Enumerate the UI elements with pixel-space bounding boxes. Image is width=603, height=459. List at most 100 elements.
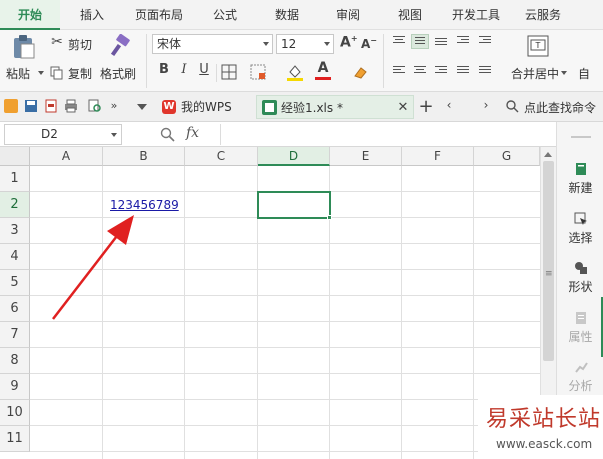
cut-label: 剪切: [68, 38, 93, 52]
paste-button[interactable]: 粘贴: [4, 32, 44, 88]
paintbrush-icon: [110, 34, 130, 57]
decrease-font-icon[interactable]: A−: [361, 36, 377, 51]
tab-view[interactable]: 视图: [383, 0, 437, 30]
fill-color-icon[interactable]: [286, 63, 304, 81]
save-icon[interactable]: [24, 99, 38, 113]
print-icon[interactable]: [64, 99, 78, 113]
doc-tab-label: 经验1.xls *: [281, 101, 343, 115]
wps-spreadsheet-window: 开始 插入 页面布局 公式 数据 审阅 视图 开发工具 云服务 粘贴 ✂ 剪切: [0, 0, 603, 459]
home-ribbon: 粘贴 ✂ 剪切 复制 格式刷 宋体 12 A+ A− B I U A T 合并居…: [0, 30, 603, 92]
font-color-swatch: [315, 77, 331, 80]
print-preview-icon[interactable]: [88, 99, 102, 113]
open-folder-icon[interactable]: [4, 99, 18, 113]
formula-input[interactable]: [220, 124, 554, 145]
tab-formulas[interactable]: 公式: [198, 0, 252, 30]
italic-button[interactable]: I: [176, 62, 192, 77]
align-top-icon[interactable]: [393, 36, 405, 45]
select-button[interactable]: 选择: [557, 212, 603, 246]
tab-data[interactable]: 数据: [260, 0, 314, 30]
more-commands-icon[interactable]: »: [108, 99, 120, 112]
search-icon: [506, 100, 519, 113]
svg-text:T: T: [535, 41, 541, 50]
align-right-icon[interactable]: [435, 66, 447, 75]
select-cursor-icon: [574, 212, 587, 225]
scroll-left-icon[interactable]: ‹: [443, 98, 455, 112]
command-search[interactable]: 点此查找命令: [504, 97, 603, 117]
format-painter-button[interactable]: 格式刷: [100, 32, 140, 88]
chevron-down-icon: [324, 42, 330, 46]
ribbon-tab-bar: 开始 插入 页面布局 公式 数据 审阅 视图 开发工具 云服务: [0, 0, 603, 30]
worksheet-grid[interactable]: A B C D E F G 1 2 3 4 5 6 7 8 9 10 11 12…: [0, 147, 540, 459]
doc-tab-active[interactable]: 经验1.xls * ✕: [256, 95, 414, 119]
chevron-down-icon: [111, 133, 117, 137]
font-name-select[interactable]: 宋体: [152, 34, 273, 54]
font-size-select[interactable]: 12: [276, 34, 334, 54]
close-tab-icon[interactable]: ✕: [396, 96, 410, 120]
merge-center-button[interactable]: T 合并居中: [506, 32, 570, 88]
tab-page-layout[interactable]: 页面布局: [124, 0, 194, 30]
formula-bar: D2 fx: [0, 122, 603, 147]
shape-icon: [574, 262, 587, 274]
quick-access-toolbar: » W 我的WPS 经验1.xls * ✕ + ‹ › 点此查找命令: [0, 92, 603, 122]
grip-icon: ≡: [545, 269, 553, 279]
ribbon-separator: [383, 34, 384, 88]
export-pdf-icon[interactable]: [44, 99, 58, 113]
tab-insert[interactable]: 插入: [64, 0, 120, 30]
wps-logo-icon: W: [162, 100, 176, 114]
tab-home[interactable]: 开始: [0, 0, 60, 30]
new-tab-icon[interactable]: +: [418, 95, 434, 119]
underline-button[interactable]: U: [196, 62, 212, 77]
cut-button[interactable]: ✂ 剪切: [50, 33, 96, 55]
indent-decrease-icon[interactable]: [457, 36, 469, 45]
copy-icon: [50, 66, 63, 80]
indent-increase-icon[interactable]: [479, 36, 491, 45]
watermark-url: www.easck.com: [496, 437, 593, 451]
ribbon-separator: [216, 64, 217, 82]
increase-font-icon[interactable]: A+: [340, 34, 358, 51]
insert-function-button[interactable]: fx: [186, 125, 199, 141]
scroll-right-icon[interactable]: ›: [480, 98, 492, 112]
annotation-arrow: [52, 215, 134, 320]
analysis-label: 分析: [568, 379, 593, 393]
font-color-icon[interactable]: A: [315, 60, 331, 76]
font-size-value: 12: [281, 37, 297, 51]
borders-icon[interactable]: [221, 64, 237, 80]
chevron-down-icon[interactable]: [137, 104, 147, 110]
format-painter-label: 格式刷: [100, 67, 137, 81]
name-box[interactable]: D2: [4, 124, 122, 145]
shape-button[interactable]: 形状: [557, 261, 603, 295]
new-icon: [575, 163, 586, 175]
chevron-down-icon: [263, 42, 269, 46]
bold-button[interactable]: B: [156, 62, 172, 77]
spreadsheet-file-icon: [262, 100, 277, 115]
zoom-icon[interactable]: [160, 127, 175, 142]
shape-label: 形状: [568, 280, 593, 294]
properties-button[interactable]: 属性: [557, 311, 603, 345]
distributed-icon[interactable]: [479, 66, 491, 75]
align-bottom-icon[interactable]: [435, 38, 447, 47]
properties-label: 属性: [568, 330, 593, 344]
scroll-up-icon[interactable]: [544, 152, 552, 157]
paste-label: 粘贴: [6, 67, 31, 81]
align-middle-icon[interactable]: [411, 34, 429, 49]
analysis-icon: [574, 362, 588, 373]
analysis-button[interactable]: 分析: [557, 360, 603, 394]
scissors-icon: ✂: [51, 34, 63, 50]
tab-review[interactable]: 审阅: [321, 0, 375, 30]
scrollbar-thumb[interactable]: [543, 161, 554, 361]
new-button[interactable]: 新建: [557, 162, 603, 196]
justify-icon[interactable]: [457, 66, 469, 75]
clear-format-icon[interactable]: [352, 64, 368, 80]
doc-tab-my-wps[interactable]: W 我的WPS: [157, 95, 253, 119]
copy-button[interactable]: 复制: [50, 62, 96, 84]
new-label: 新建: [568, 181, 593, 195]
chevron-down-icon: [38, 71, 44, 75]
align-center-icon[interactable]: [414, 66, 426, 75]
cell-style-icon[interactable]: [250, 64, 266, 80]
tab-cloud-service[interactable]: 云服务: [514, 0, 572, 30]
copy-label: 复制: [68, 67, 93, 81]
auto-wrap-label[interactable]: 自: [578, 65, 590, 82]
select-label: 选择: [568, 231, 593, 245]
align-left-icon[interactable]: [393, 66, 405, 75]
tab-developer[interactable]: 开发工具: [444, 0, 508, 30]
